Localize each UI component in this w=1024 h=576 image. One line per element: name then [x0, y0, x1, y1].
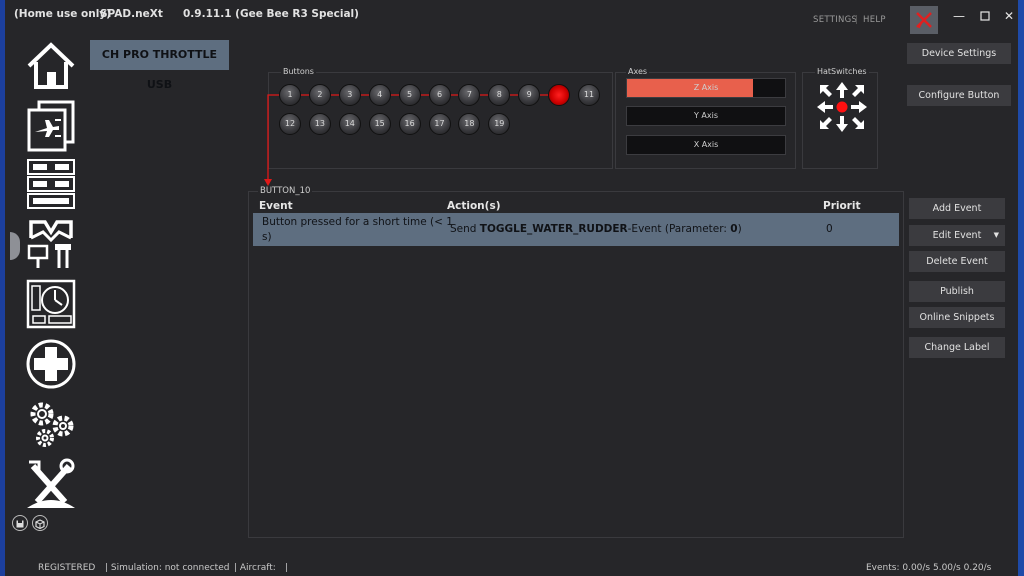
app-window: (Home use only) SPAD.neXt 0.9.11.1 (Gee … — [5, 0, 1018, 576]
y-axis-bar: Y Axis — [626, 106, 786, 126]
app-name: SPAD.neXt — [100, 8, 163, 20]
z-axis-bar: Z Axis — [626, 78, 786, 98]
hatswitch-group-label: HatSwitches — [815, 67, 869, 76]
gauge-panel-icon — [26, 279, 76, 329]
add-icon — [26, 339, 76, 389]
mode-label: (Home use only) — [14, 8, 111, 20]
hatswitch-indicator — [817, 82, 867, 132]
edit-event-button[interactable]: Edit Event ▼ — [909, 225, 1005, 246]
nav-add[interactable] — [25, 338, 77, 390]
actions-column-header[interactable]: Action(s) — [447, 200, 501, 212]
buttons-group-label: Buttons — [281, 67, 316, 76]
package-icon — [35, 519, 45, 530]
table-row[interactable]: Button pressed for a short time (< 1 s) … — [253, 213, 899, 246]
action-suffix: ) — [737, 223, 742, 235]
package-button[interactable] — [32, 515, 48, 531]
device-button-14[interactable]: 14 — [338, 113, 361, 135]
events-rate-status: Events: 0.00/s 5.00/s 0.20/s — [866, 563, 992, 573]
publish-button[interactable]: Publish — [909, 281, 1005, 302]
device-tab[interactable]: CH PRO THROTTLE USB — [90, 40, 229, 91]
save-profile-button[interactable] — [12, 515, 28, 531]
action-cell: Send TOGGLE_WATER_RUDDER-Event (Paramete… — [450, 223, 742, 235]
nav-devices[interactable] — [25, 218, 77, 270]
event-column-header[interactable]: Event — [259, 200, 293, 212]
device-button-17[interactable]: 17 — [428, 113, 451, 135]
gears-icon — [30, 402, 74, 447]
device-button-10[interactable] — [548, 84, 571, 106]
tools-icon — [27, 458, 75, 508]
event-cell-line-1: Button pressed for a short time (< 1 — [262, 216, 453, 228]
events-group-label: BUTTON_10 — [258, 186, 313, 196]
device-button-5[interactable]: 5 — [398, 84, 421, 106]
priority-cell: 0 — [826, 223, 833, 235]
aircraft-status-end: | — [285, 563, 289, 573]
close-icon: ✕ — [1003, 9, 1015, 23]
configure-button-button[interactable]: Configure Button — [907, 85, 1011, 106]
y-axis-label: Y Axis — [693, 111, 719, 120]
device-button-16[interactable]: 16 — [398, 113, 421, 135]
minimize-icon: — — [953, 9, 965, 23]
action-prefix: Send — [450, 223, 480, 235]
device-button-1[interactable]: 1 — [279, 84, 301, 106]
device-button-15[interactable]: 15 — [368, 113, 391, 135]
aircraft-status: | Aircraft: — [234, 563, 276, 573]
event-cell-line-2: s) — [262, 231, 272, 243]
device-button-3[interactable]: 3 — [338, 84, 361, 106]
z-axis-label: Z Axis — [693, 83, 719, 92]
edit-event-label: Edit Event — [932, 230, 982, 241]
close-button[interactable]: ✕ — [995, 6, 1023, 26]
nav-settings[interactable] — [25, 398, 77, 450]
nav-tools[interactable] — [25, 458, 77, 510]
device-button-12[interactable]: 12 — [279, 113, 301, 135]
device-button-11[interactable]: 11 — [578, 84, 600, 106]
disconnect-icon — [916, 12, 932, 29]
disconnect-button[interactable] — [910, 6, 938, 34]
action-mid: -Event (Parameter: — [627, 223, 731, 235]
home-icon — [27, 42, 75, 89]
app-version: 0.9.11.1 (Gee Bee R3 Special) — [183, 8, 359, 20]
settings-link[interactable]: SETTINGS — [813, 15, 857, 25]
online-snippets-button[interactable]: Online Snippets — [909, 307, 1005, 328]
x-axis-bar: X Axis — [626, 135, 786, 155]
title-bar: (Home use only) SPAD.neXt 0.9.11.1 (Gee … — [5, 0, 1018, 34]
device-button-13[interactable]: 13 — [308, 113, 331, 135]
device-settings-button[interactable]: Device Settings — [907, 43, 1011, 64]
priority-column-header[interactable]: Priority — [823, 200, 861, 212]
link-separator: | — [855, 15, 859, 25]
minimize-button[interactable]: — — [945, 6, 973, 26]
z-axis-fill — [627, 79, 754, 97]
nav-aircraft-profiles[interactable] — [25, 100, 77, 152]
nav-panels[interactable] — [25, 278, 77, 330]
help-link[interactable]: HELP — [863, 15, 886, 25]
hat-center-indicator — [836, 101, 848, 113]
delete-event-button[interactable]: Delete Event — [909, 251, 1005, 272]
device-button-4[interactable]: 4 — [368, 84, 391, 106]
action-event-name: TOGGLE_WATER_RUDDER — [479, 223, 628, 235]
nav-radio-stack[interactable] — [25, 158, 77, 210]
nav-home[interactable] — [25, 40, 77, 92]
floppy-disk-icon — [16, 520, 24, 528]
axes-group-label: Axes — [626, 67, 650, 76]
devices-icon — [27, 220, 73, 268]
chevron-down-icon: ▼ — [993, 231, 999, 239]
device-button-6[interactable]: 6 — [428, 84, 451, 106]
x-axis-label: X Axis — [693, 140, 719, 149]
simulation-status: | Simulation: not connected — [105, 563, 230, 573]
change-label-button[interactable]: Change Label — [909, 337, 1005, 358]
maximize-icon — [980, 11, 990, 21]
action-param: 0 — [730, 223, 738, 235]
add-event-button[interactable]: Add Event — [909, 198, 1005, 219]
radio-stack-icon — [27, 159, 75, 209]
active-tab-indicator — [10, 232, 20, 260]
device-button-2[interactable]: 2 — [308, 84, 331, 106]
registered-status: REGISTERED — [38, 563, 96, 573]
aircraft-profile-icon — [27, 100, 75, 152]
